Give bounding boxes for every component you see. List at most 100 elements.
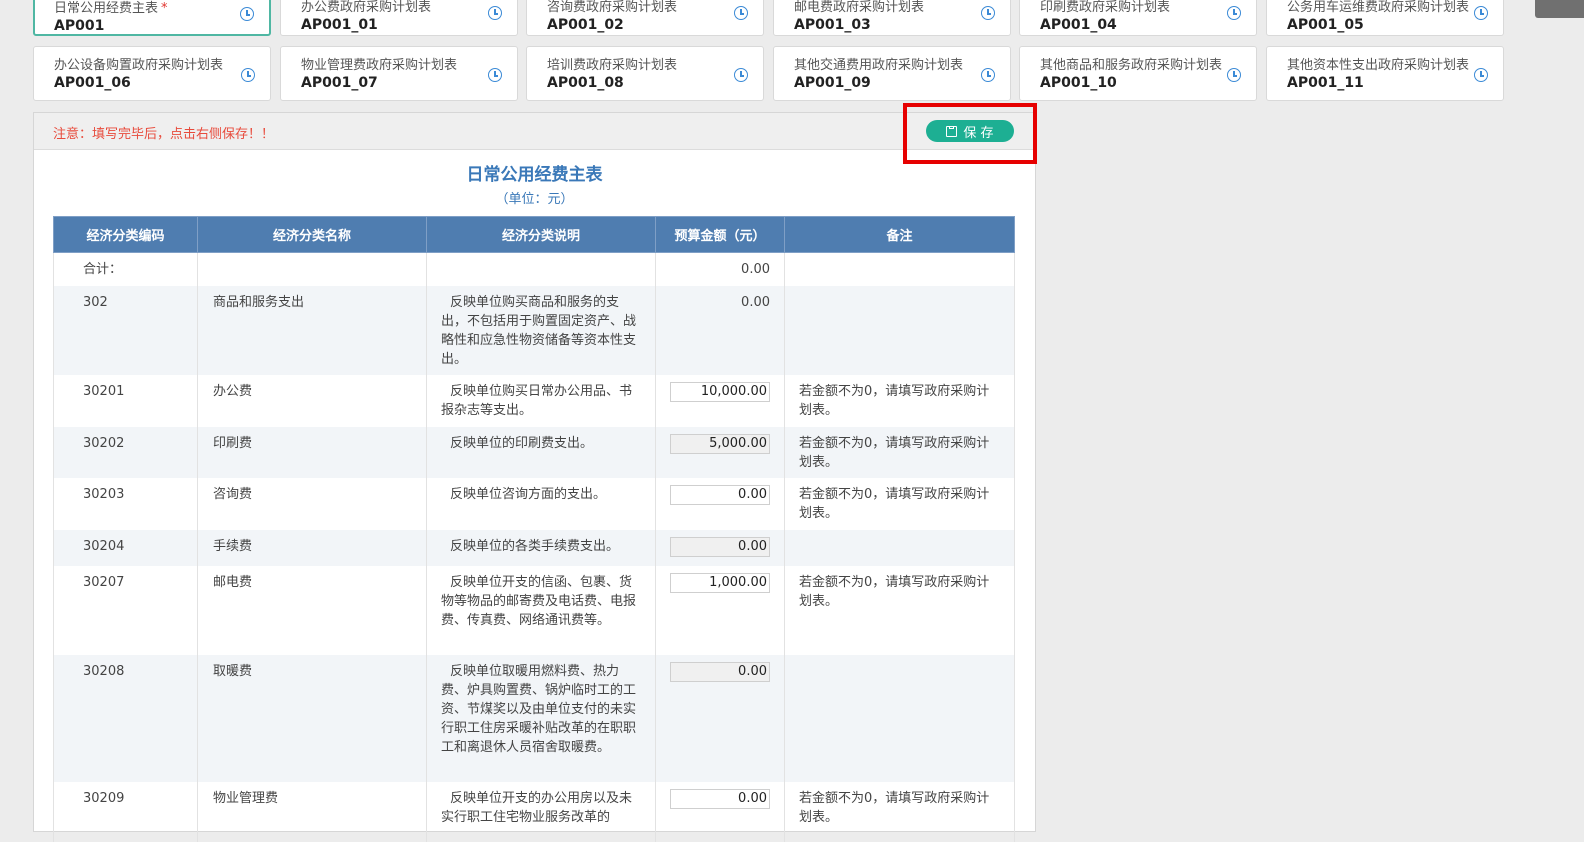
amount-value: 0.00 (741, 294, 770, 310)
amount-input: 5,000.00 (670, 433, 770, 454)
card-code: AP001_08 (547, 75, 624, 91)
clock-icon (488, 6, 502, 20)
table-row: 30201 办公费 反映单位购买日常办公用品、书报杂志等支出。 10,000.00 若金… (53, 374, 1015, 427)
header-code: 经济分类编码 (53, 216, 198, 253)
cell-code: 30207 (53, 565, 198, 655)
clock-icon (734, 68, 748, 82)
sheet-unit: （单位：元） (495, 192, 574, 207)
clock-icon (1227, 68, 1241, 82)
required-mark: * (161, 1, 168, 16)
table-row: 30207 邮电费 反映单位开支的信函、包裹、货物等物品的邮寄费及电话费、电报费、传… (53, 565, 1015, 655)
cell-note (784, 654, 1015, 782)
save-button[interactable]: 保 存 (926, 120, 1014, 142)
table-row: 30203 咨询费 反映单位咨询方面的支出。 0.00 若金额不为0，请填写政府采购计划… (53, 477, 1015, 530)
cell-note (784, 285, 1015, 375)
main-form-panel: 注意：填写完毕后，点击右侧保存！！ 保 存 日常公用经费主表 （单位：元） 经济… (33, 112, 1036, 842)
amount-input[interactable]: 0.00 (670, 484, 770, 505)
form-card-ap001-06[interactable]: 办公设备购置政府采购计划表 AP001_06 (33, 46, 271, 101)
form-card-ap001-01[interactable]: 办公费政府采购计划表 AP001_01 (280, 0, 518, 36)
card-code: AP001_04 (1040, 17, 1117, 33)
table-row: 30209 物业管理费 反映单位开支的办公用房以及未实行职工住宅物业服务改革的 0.0… (53, 781, 1015, 842)
cell-desc: 反映单位的印刷费支出。 (426, 426, 656, 478)
cell-name: 办公费 (197, 374, 427, 427)
cell-amount: 10,000.00 (655, 374, 785, 427)
card-code: AP001_01 (301, 17, 378, 33)
cell-note: 若金额不为0，请填写政府采购计划表。 (784, 565, 1015, 655)
clock-icon (1227, 6, 1241, 20)
save-notice: 注意：填写完毕后，点击右侧保存！！ (53, 127, 275, 142)
desc-text: 反映单位取暖用燃料费、热力费、炉具购置费、锅炉临时工的工资、节煤奖以及由单位支付… (441, 663, 637, 755)
cell-amount: 5,000.00 (655, 426, 785, 478)
table-row: 302 商品和服务支出 反映单位购买商品和服务的支出，不包括用于购置固定资产、战略性… (53, 285, 1015, 375)
desc-text: 反映单位的各类手续费支出。 (450, 538, 620, 554)
amount-input[interactable]: 0.00 (670, 788, 770, 809)
desc-text: 反映单位咨询方面的支出。 (450, 486, 607, 502)
form-card-ap001-03[interactable]: 邮电费政府采购计划表 AP001_03 (773, 0, 1011, 36)
amount-input[interactable]: 10,000.00 (670, 381, 770, 402)
clock-icon (981, 68, 995, 82)
cell-code: 30202 (53, 426, 198, 478)
cell-note: 若金额不为0，请填写政府采购计划表。 (784, 781, 1015, 842)
amount-value: 0.00 (741, 262, 770, 277)
cell-code: 30204 (53, 529, 198, 566)
cell-amount: 0.00 (655, 654, 785, 782)
form-card-ap001-09[interactable]: 其他交通费用政府采购计划表 AP001_09 (773, 46, 1011, 101)
card-code: AP001_10 (1040, 75, 1117, 91)
table-header-row: 经济分类编码 经济分类名称 经济分类说明 预算金额（元） 备注 (53, 216, 1015, 253)
card-title: 咨询费政府采购计划表 (547, 0, 678, 15)
clock-icon (1474, 68, 1488, 82)
card-code: AP001_07 (301, 75, 378, 91)
save-icon (946, 125, 958, 137)
form-card-ap001-11[interactable]: 其他资本性支出政府采购计划表 AP001_11 (1266, 46, 1504, 101)
cell-desc: 反映单位开支的信函、包裹、货物等物品的邮寄费及电话费、电报费、传真费、网络通讯费… (426, 565, 656, 655)
form-card-ap001-07[interactable]: 物业管理费政府采购计划表 AP001_07 (280, 46, 518, 101)
card-code: AP001_09 (794, 75, 871, 91)
cell-amount: 0.00 (655, 285, 785, 375)
form-card-ap001-08[interactable]: 培训费政府采购计划表 AP001_08 (526, 46, 764, 101)
card-title: 公务用车运维费政府采购计划表 (1287, 0, 1469, 15)
cell-amount: 0.00 (655, 529, 785, 566)
cell-name: 手续费 (197, 529, 427, 566)
form-card-ap001[interactable]: 日常公用经费主表 * AP001 (33, 0, 271, 36)
cell-note: 若金额不为0，请填写政府采购计划表。 (784, 477, 1015, 530)
window-corner-button[interactable] (1535, 0, 1584, 18)
card-title: 邮电费政府采购计划表 (794, 0, 925, 15)
amount-input[interactable]: 1,000.00 (670, 572, 770, 593)
sheet-title: 日常公用经费主表 (466, 165, 603, 185)
cell-note (784, 252, 1015, 286)
card-title: 物业管理费政府采购计划表 (301, 58, 458, 73)
cell-amount: 0.00 (655, 252, 785, 286)
header-note: 备注 (784, 216, 1015, 253)
cell-code: 30209 (53, 781, 198, 842)
cell-code: 合计： (53, 252, 198, 286)
notice-bar: 注意：填写完毕后，点击右侧保存！！ 保 存 (34, 113, 1035, 150)
budget-table: 经济分类编码 经济分类名称 经济分类说明 预算金额（元） 备注 合计： 0.00 3… (53, 216, 1015, 842)
cell-code: 30203 (53, 477, 198, 530)
card-title: 办公费政府采购计划表 (301, 0, 432, 15)
form-card-ap001-02[interactable]: 咨询费政府采购计划表 AP001_02 (526, 0, 764, 36)
cell-name (197, 252, 427, 286)
card-title: 其他资本性支出政府采购计划表 (1287, 58, 1469, 73)
cell-name: 咨询费 (197, 477, 427, 530)
form-card-ap001-05[interactable]: 公务用车运维费政府采购计划表 AP001_05 (1266, 0, 1504, 36)
card-title: 其他商品和服务政府采购计划表 (1040, 58, 1222, 73)
card-code: AP001_11 (1287, 75, 1364, 91)
cell-note: 若金额不为0，请填写政府采购计划表。 (784, 426, 1015, 478)
cell-code: 30208 (53, 654, 198, 782)
amount-input: 0.00 (670, 536, 770, 557)
card-code: AP001_03 (794, 17, 871, 33)
form-card-ap001-04[interactable]: 印刷费政府采购计划表 AP001_04 (1019, 0, 1257, 36)
cell-name: 物业管理费 (197, 781, 427, 842)
cell-desc: 反映单位取暖用燃料费、热力费、炉具购置费、锅炉临时工的工资、节煤奖以及由单位支付… (426, 654, 656, 782)
card-title: 培训费政府采购计划表 (547, 58, 678, 73)
desc-text: 反映单位的印刷费支出。 (450, 435, 594, 451)
form-card-ap001-10[interactable]: 其他商品和服务政府采购计划表 AP001_10 (1019, 46, 1257, 101)
cell-name: 商品和服务支出 (197, 285, 427, 375)
table-body: 合计： 0.00 302 商品和服务支出 反映单位购买商品和服务的支出，不包括用于购置固… (53, 252, 1015, 842)
clock-icon (981, 6, 995, 20)
clock-icon (734, 6, 748, 20)
card-code: AP001 (54, 18, 105, 34)
card-title: 办公设备购置政府采购计划表 (54, 58, 224, 73)
cell-desc: 反映单位购买日常办公用品、书报杂志等支出。 (426, 374, 656, 427)
cell-desc (426, 252, 656, 286)
